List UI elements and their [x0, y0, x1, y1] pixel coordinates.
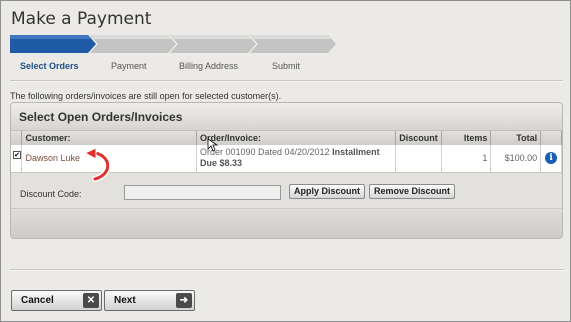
bottom-divider — [10, 269, 563, 271]
arrow-right-icon: ➜ — [176, 293, 192, 308]
discount-code-label: Discount Code: — [20, 189, 82, 199]
header-items[interactable]: Items — [441, 131, 492, 145]
step-select-orders-bar[interactable] — [10, 35, 96, 53]
step-labels: Select Orders Payment Billing Address Su… — [1, 61, 571, 73]
table-header-row: Customer: Order/Invoice: Discount Items … — [11, 131, 562, 145]
panel-title: Select Open Orders/Invoices — [11, 103, 562, 131]
make-payment-window: Make a Payment Select Orders Payment Bil… — [0, 0, 571, 322]
page-title: Make a Payment — [11, 9, 152, 29]
cancel-button[interactable]: Cancel ✕ — [11, 290, 102, 311]
header-total[interactable]: Total — [490, 131, 542, 145]
header-discount[interactable]: Discount — [395, 131, 442, 145]
row-select-cell: ✔ — [11, 145, 23, 173]
total-cell: $100.00 — [490, 145, 542, 173]
step-label-billing-address[interactable]: Billing Address — [179, 61, 238, 71]
order-cell: Order 001090 Dated 04/20/2012 Installmen… — [196, 145, 397, 173]
mouse-pointer-icon — [207, 138, 219, 152]
remove-discount-button[interactable]: Remove Discount — [369, 184, 456, 199]
step-label-payment[interactable]: Payment — [111, 61, 147, 71]
header-order-invoice[interactable]: Order/Invoice: — [196, 131, 397, 145]
panel-footer — [11, 210, 562, 238]
cancel-label: Cancel — [21, 295, 54, 306]
next-label: Next — [114, 295, 136, 306]
intro-text: The following orders/invoices are still … — [10, 91, 282, 101]
annotation-curved-arrow-icon — [83, 148, 111, 182]
step-submit-bar[interactable] — [250, 35, 336, 53]
top-divider — [10, 80, 563, 82]
info-icon[interactable]: i — [545, 152, 558, 165]
progress-stepper — [10, 35, 340, 53]
close-icon: ✕ — [83, 293, 99, 308]
step-billing-address-bar[interactable] — [170, 35, 256, 53]
step-label-select-orders[interactable]: Select Orders — [20, 61, 79, 71]
order-text: Order 001090 Dated 04/20/2012 — [199, 147, 330, 158]
items-cell: 1 — [441, 145, 492, 173]
header-info — [540, 131, 562, 145]
step-payment-bar[interactable] — [90, 35, 176, 53]
apply-discount-button[interactable]: Apply Discount — [289, 184, 366, 199]
next-button[interactable]: Next ➜ — [104, 290, 195, 311]
discount-row: Discount Code: Apply Discount Remove Dis… — [11, 181, 562, 209]
row-checkbox[interactable]: ✔ — [13, 151, 21, 159]
step-label-submit[interactable]: Submit — [272, 61, 300, 71]
header-select — [11, 131, 23, 145]
header-customer[interactable]: Customer: — [21, 131, 197, 145]
info-cell: i — [540, 145, 562, 173]
discount-cell — [395, 145, 442, 173]
discount-code-input[interactable] — [124, 185, 281, 200]
